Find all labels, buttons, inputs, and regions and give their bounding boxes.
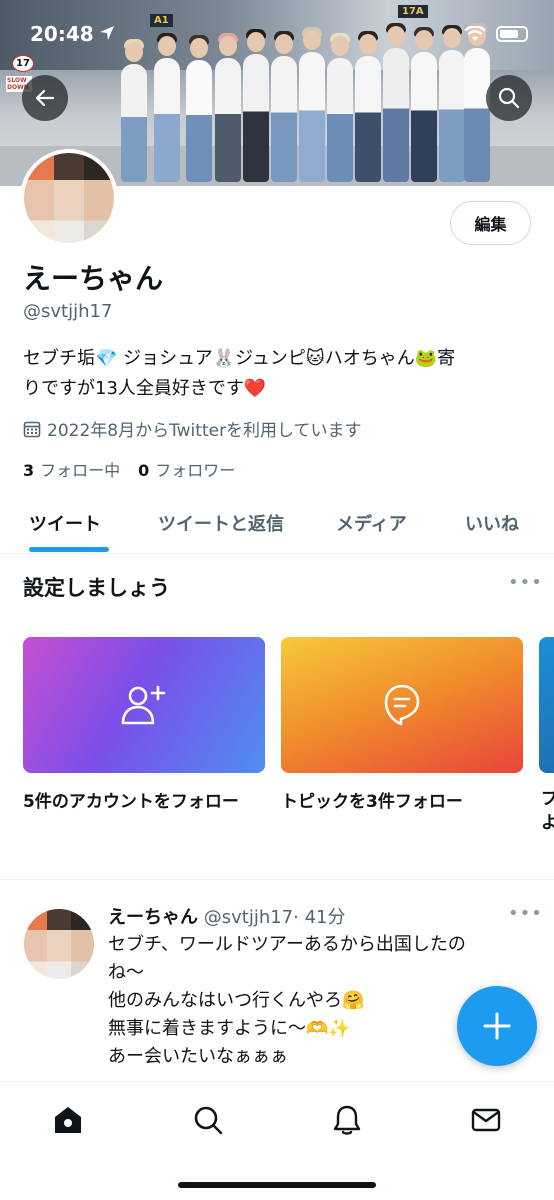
avatar-photo-1 (24, 909, 48, 979)
tab-likes[interactable]: いいね (465, 510, 519, 536)
avatar-photo-3 (70, 909, 94, 979)
active-tab-indicator (29, 547, 109, 552)
notifications-icon (333, 1105, 361, 1135)
display-name: えーちゃん (23, 262, 164, 295)
partial-card[interactable] (539, 637, 554, 773)
messages-icon (471, 1108, 501, 1132)
following-label: フォロー中 (40, 461, 121, 480)
banner-person (439, 25, 465, 182)
section-divider (0, 879, 554, 880)
search-icon (498, 87, 520, 109)
profile-avatar[interactable] (20, 149, 118, 247)
tweet-line: ね〜 (108, 962, 144, 983)
tab-media[interactable]: メディア (336, 510, 407, 536)
banner-person (411, 27, 437, 182)
follow-topics-card[interactable] (281, 637, 523, 773)
banner-person (299, 27, 325, 182)
banner-person (121, 39, 147, 182)
setup-title: 設定しましょう (23, 576, 170, 600)
follow-topics-label: トピックを3件フォロー (281, 792, 463, 812)
tweet-line: セブチ、ワールドツアーあるから出国したの (108, 934, 466, 955)
compose-tweet-button[interactable] (457, 986, 537, 1066)
nav-home[interactable] (48, 1100, 88, 1140)
joined-date: 2022年8月からTwitterを利用しています (23, 416, 362, 441)
banner-person (154, 33, 180, 182)
wifi-icon (464, 26, 486, 41)
followers-link[interactable]: 0 フォロワー (138, 457, 235, 481)
home-indicator (178, 1182, 376, 1188)
more-options-icon[interactable]: ••• (508, 572, 543, 593)
add-user-icon (121, 685, 166, 725)
search-button[interactable] (486, 75, 532, 121)
profile-bio: セブチ垢💎 ジョシュア🐰ジュンピ🐱ハオちゃん🐸寄 りですが13人全員好きです❤️ (23, 344, 533, 404)
banner-person (383, 23, 409, 182)
follow-accounts-card[interactable] (23, 637, 265, 773)
follow-accounts-label: 5件のアカウントをフォロー (23, 792, 239, 812)
followers-label: フォロワー (155, 461, 236, 480)
topic-bubble-icon (384, 684, 420, 726)
status-bar: 20:48 (0, 0, 554, 68)
nav-search[interactable] (188, 1100, 228, 1140)
search-icon (194, 1106, 223, 1135)
banner-person (327, 33, 353, 182)
banner-person (243, 29, 269, 182)
avatar-photo-2 (54, 153, 84, 243)
tweet-time: · 41分 (293, 907, 346, 928)
follow-stats: 3 フォロー中 0 フォロワー (23, 457, 235, 481)
profile-tabs: ツイート ツイートと返信 メディア いいね (0, 500, 554, 554)
home-icon (55, 1107, 81, 1133)
edit-profile-button[interactable]: 編集 (450, 201, 531, 245)
banner-person (355, 31, 381, 182)
banner-person (186, 35, 212, 182)
tweet-author-handle: @svtjjh17 (203, 907, 294, 928)
partial-card-label: プよ (541, 789, 554, 833)
tab-tweets-and-replies[interactable]: ツイートと返信 (158, 510, 284, 536)
status-indicators (464, 26, 528, 42)
banner-person (215, 33, 241, 182)
avatar-photo-2 (47, 909, 71, 979)
tweet-header: えーちゃん @svtjjh17· 41分 (108, 903, 346, 929)
tab-tweets[interactable]: ツイート (29, 510, 101, 536)
bio-line: セブチ垢💎 ジョシュア🐰ジュンピ🐱ハオちゃん🐸寄 (23, 348, 456, 369)
followers-count: 0 (138, 461, 150, 480)
joined-text: 2022年8月からTwitterを利用しています (47, 421, 362, 441)
tweet-avatar[interactable] (22, 907, 96, 981)
calendar-icon (23, 421, 41, 437)
back-button[interactable] (22, 75, 68, 121)
tweet-more-icon[interactable]: ••• (508, 903, 543, 924)
banner-person (464, 23, 490, 182)
following-count: 3 (23, 461, 35, 480)
plus-icon (483, 1012, 511, 1040)
tweet-author-name[interactable]: えーちゃん (108, 907, 198, 928)
bio-line: りですが13人全員好きです❤️ (23, 378, 267, 399)
status-time: 20:48 (30, 22, 94, 46)
location-arrow-icon (100, 26, 114, 40)
banner-person (271, 31, 297, 182)
back-arrow-icon (35, 89, 55, 107)
nav-notifications[interactable] (327, 1100, 367, 1140)
nav-messages[interactable] (466, 1100, 506, 1140)
battery-icon (496, 26, 528, 42)
user-handle: @svtjjh17 (23, 301, 113, 322)
following-link[interactable]: 3 フォロー中 (23, 457, 120, 481)
